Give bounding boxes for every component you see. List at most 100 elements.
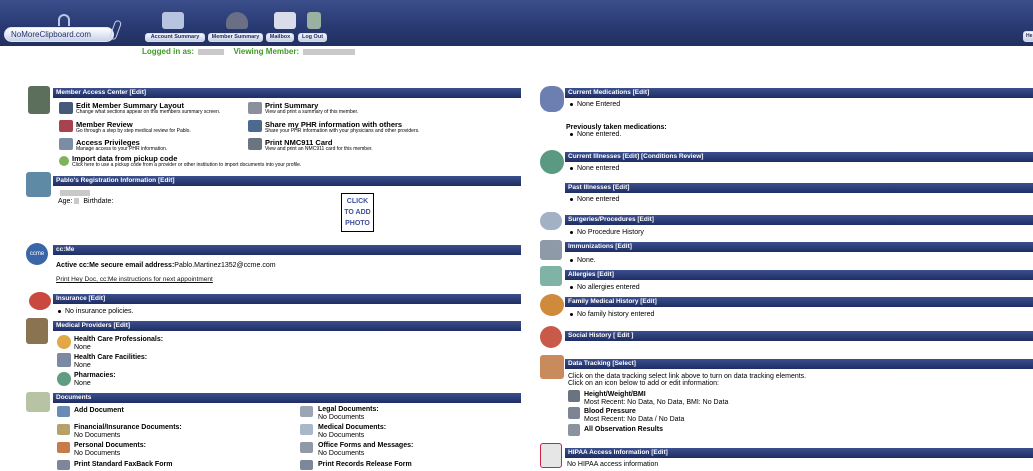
medications-header[interactable]: Current Medications [Edit] bbox=[565, 88, 1033, 98]
mac-item-edit-layout[interactable]: Edit Member Summary Layout Change what s… bbox=[76, 102, 220, 115]
mailbox-icon[interactable] bbox=[274, 12, 296, 29]
data-tracking-icon bbox=[540, 355, 564, 379]
family-history-item: No family history entered bbox=[570, 311, 654, 319]
data-tracking-header[interactable]: Data Tracking [Select] bbox=[565, 359, 1033, 369]
documents-header[interactable]: Documents bbox=[53, 393, 521, 403]
ccme-header[interactable]: cc:Me bbox=[53, 245, 521, 255]
providers-header[interactable]: Medical Providers [Edit] bbox=[53, 321, 521, 331]
registration-icon bbox=[26, 172, 51, 197]
family-history-header[interactable]: Family Medical History [Edit] bbox=[565, 297, 1033, 307]
member-access-center-header[interactable]: Member Access Center [Edit] bbox=[53, 88, 521, 98]
viewing-member-label: Viewing Member: bbox=[233, 47, 300, 56]
social-history-header[interactable]: Social History [ Edit ] bbox=[565, 331, 1033, 341]
fax-icon bbox=[57, 460, 70, 470]
bullet bbox=[570, 230, 573, 234]
doc-personal[interactable]: Personal Documents: No Documents bbox=[74, 442, 146, 458]
tracking-instruction-2: Click on an icon below to add or edit in… bbox=[568, 380, 719, 387]
bullet bbox=[570, 285, 573, 289]
plug-icon bbox=[58, 14, 70, 26]
doc-legal[interactable]: Legal Documents: No Documents bbox=[318, 406, 379, 422]
tracking-all-observations[interactable]: All Observation Results bbox=[584, 426, 663, 434]
insurance-item: No insurance policies. bbox=[58, 308, 133, 316]
doc-medical[interactable]: Medical Documents: No Documents bbox=[318, 424, 386, 440]
previous-medications-item: None entered. bbox=[570, 131, 621, 139]
import-arrow-icon bbox=[59, 156, 69, 166]
registration-header[interactable]: Pablo's Registration Information [Edit] bbox=[53, 176, 521, 186]
insurance-header[interactable]: Insurance [Edit] bbox=[53, 294, 521, 304]
bullet bbox=[570, 258, 573, 262]
caduceus-icon bbox=[26, 318, 48, 344]
share-icon bbox=[248, 120, 262, 132]
release-form-icon bbox=[300, 460, 313, 470]
bullet bbox=[570, 102, 573, 106]
mac-item-print-summary[interactable]: Print Summary View and print a summary o… bbox=[265, 102, 358, 115]
tracking-blood-pressure[interactable]: Blood Pressure Most Recent: No Data / No… bbox=[584, 408, 684, 424]
ccme-print-link[interactable]: Print Hey Doc, cc:Me instructions for ne… bbox=[56, 276, 213, 284]
facility-icon bbox=[57, 353, 71, 367]
medications-item: None Entered bbox=[570, 101, 620, 109]
medical-docs-icon bbox=[300, 424, 313, 435]
immunizations-item: None. bbox=[570, 257, 596, 265]
allergies-header[interactable]: Allergies [Edit] bbox=[565, 270, 1033, 280]
financial-docs-icon bbox=[57, 424, 70, 435]
provider-facilities[interactable]: Health Care Facilities: None bbox=[74, 354, 147, 370]
medication-icon bbox=[540, 86, 564, 112]
illnesses-header[interactable]: Current Illnesses [Edit] [Conditions Rev… bbox=[565, 152, 1033, 162]
bullet bbox=[570, 132, 573, 136]
account-summary-button[interactable]: Account Summary bbox=[145, 33, 205, 42]
mac-item-print-card[interactable]: Print NMC911 Card View and print an NMC9… bbox=[265, 139, 373, 152]
surgeries-item: No Procedure History bbox=[570, 229, 644, 237]
allergies-item: No allergies entered bbox=[570, 284, 640, 292]
surgeries-header[interactable]: Surgeries/Procedures [Edit] bbox=[565, 215, 1033, 225]
site-logo[interactable]: NoMoreClipboard.com bbox=[4, 27, 114, 42]
top-header: NoMoreClipboard.com Account Summary Memb… bbox=[0, 0, 1033, 46]
mailbox-button[interactable]: Mailbox bbox=[266, 33, 294, 42]
lock-icon bbox=[28, 86, 50, 114]
hipaa-header[interactable]: HIPAA Access Information [Edit] bbox=[565, 448, 1033, 458]
mac-item-share-phr[interactable]: Share my PHR information with others Sha… bbox=[265, 121, 420, 134]
layout-icon bbox=[59, 102, 73, 114]
provider-professionals[interactable]: Health Care Professionals: None bbox=[74, 336, 163, 352]
personal-docs-icon bbox=[57, 442, 70, 453]
logged-in-label: Logged in as: bbox=[142, 47, 194, 56]
allergies-icon bbox=[540, 266, 562, 286]
logout-button[interactable]: Log Out bbox=[298, 33, 327, 42]
doc-financial[interactable]: Financial/Insurance Documents: No Docume… bbox=[74, 424, 182, 440]
member-summary-button[interactable]: Member Summary bbox=[208, 33, 263, 42]
logout-icon[interactable] bbox=[307, 12, 321, 29]
past-illnesses-header[interactable]: Past Illnesses [Edit] bbox=[565, 183, 1033, 193]
redacted-member-name bbox=[303, 48, 356, 55]
member-summary-icon[interactable] bbox=[226, 12, 248, 29]
help-button[interactable]: He bbox=[1023, 31, 1033, 42]
folder-icon bbox=[26, 392, 50, 412]
print-release-link[interactable]: Print Records Release Form bbox=[318, 461, 412, 469]
redacted-name bbox=[58, 190, 92, 198]
bullet bbox=[570, 312, 573, 316]
login-info: Logged in as: Viewing Member: bbox=[142, 47, 357, 56]
tracking-height-weight[interactable]: Height/Weight/BMI Most Recent: No Data, … bbox=[584, 391, 728, 407]
past-illnesses-item: None entered bbox=[570, 196, 619, 204]
hipaa-icon bbox=[540, 443, 562, 468]
mac-item-import[interactable]: Import data from pickup code Click here … bbox=[72, 155, 301, 168]
syringe-icon bbox=[540, 240, 562, 260]
print-faxback-link[interactable]: Print Standard FaxBack Form bbox=[74, 461, 172, 469]
pharmacy-icon bbox=[57, 372, 71, 386]
add-document-link[interactable]: Add Document bbox=[74, 407, 124, 415]
access-privileges-icon bbox=[59, 138, 73, 150]
mac-item-member-review[interactable]: Member Review Go through a step by step … bbox=[76, 121, 191, 134]
illnesses-item: None entered bbox=[570, 165, 619, 173]
card-icon bbox=[248, 138, 262, 150]
bullet bbox=[570, 166, 573, 170]
provider-pharmacies[interactable]: Pharmacies: None bbox=[74, 372, 116, 388]
add-photo-box[interactable]: CLICK TO ADD PHOTO bbox=[341, 193, 374, 232]
social-history-icon bbox=[540, 326, 562, 348]
account-summary-icon[interactable] bbox=[162, 12, 184, 29]
redacted-username bbox=[198, 48, 225, 55]
immunizations-header[interactable]: Immunizations [Edit] bbox=[565, 242, 1033, 252]
doc-office-forms[interactable]: Office Forms and Messages: No Documents bbox=[318, 442, 413, 458]
stethoscope-icon bbox=[540, 212, 562, 230]
mac-item-access-privileges[interactable]: Access Privileges Manage access to your … bbox=[76, 139, 167, 152]
age-birthdate: Age: Birthdate: bbox=[58, 198, 114, 205]
hipaa-item: No HIPAA access information bbox=[567, 461, 659, 468]
professional-icon bbox=[57, 335, 71, 349]
